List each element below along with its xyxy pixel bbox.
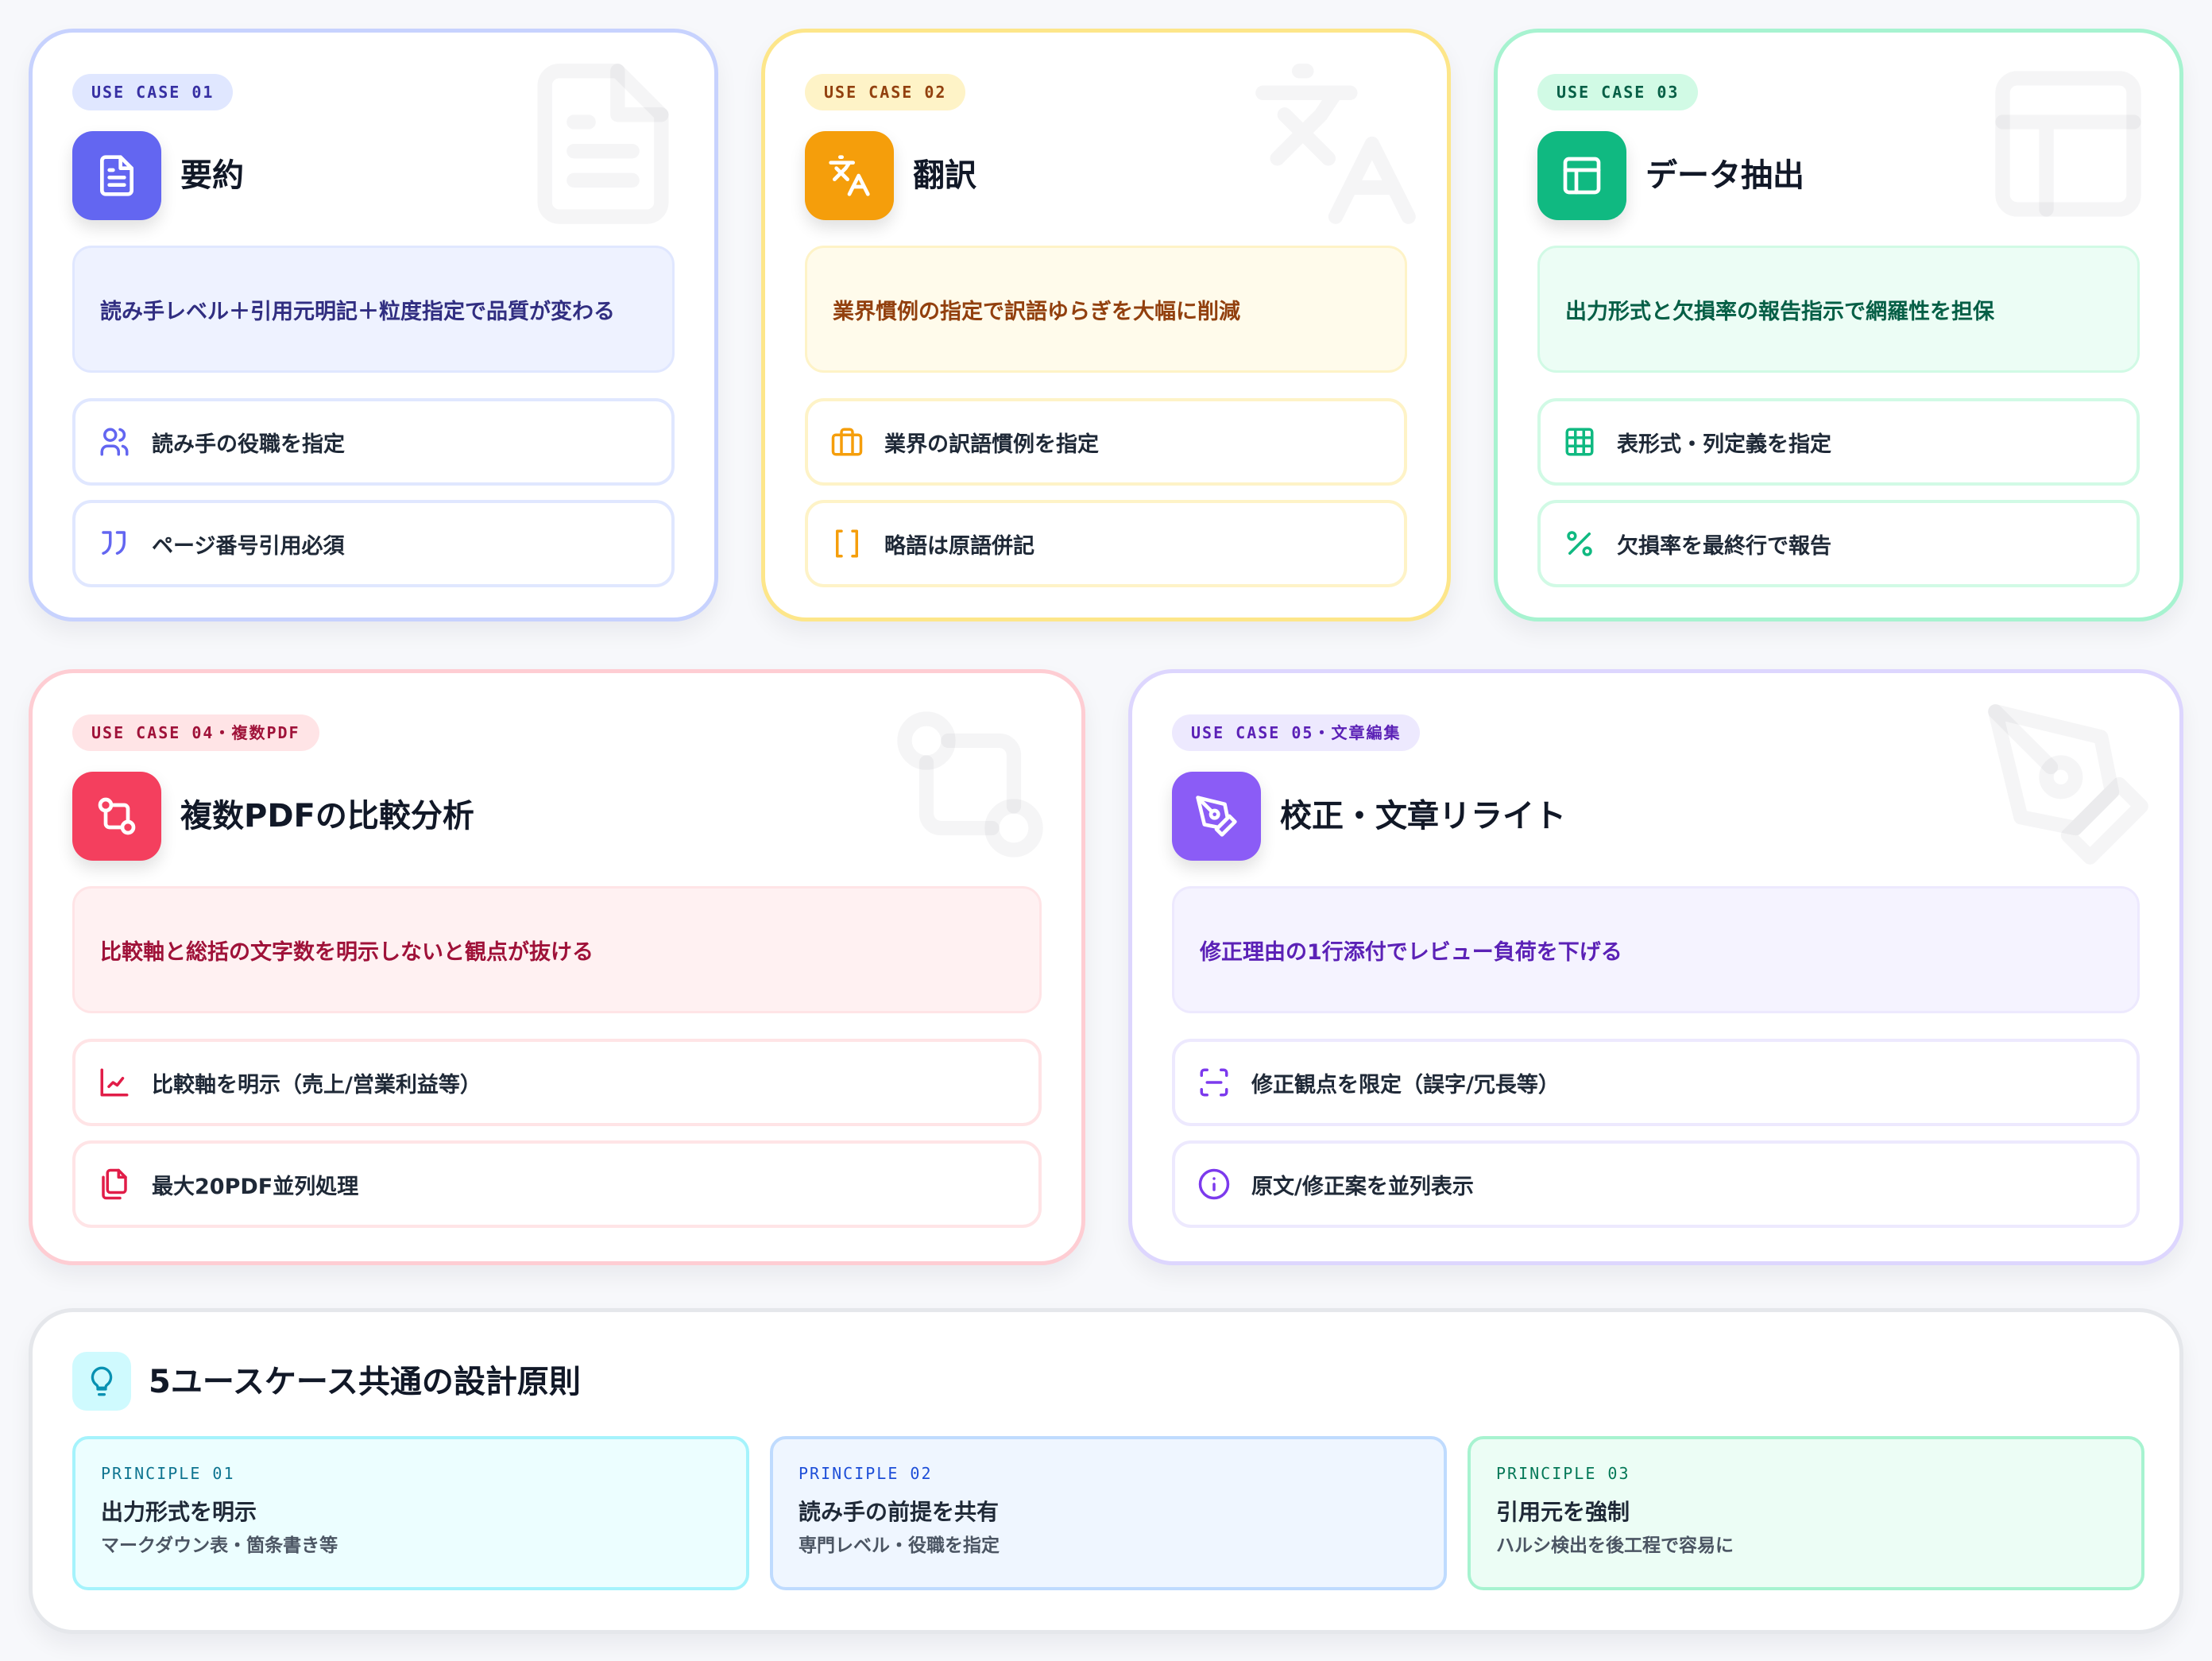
chart-icon (98, 1066, 131, 1099)
use-case-item-label: 原文/修正案を並列表示 (1251, 1174, 1474, 1199)
principles-title: 5ユースケース共通の設計原則 (149, 1364, 581, 1400)
pen-watermark-icon (1981, 697, 2156, 872)
document-watermark-icon (516, 56, 690, 231)
users-icon (98, 425, 131, 459)
use-case-badge: USE CASE 01 (72, 74, 234, 110)
table-icon (1563, 425, 1596, 459)
files-icon (98, 1167, 131, 1201)
principle-label: PRINCIPLE 01 (101, 1464, 235, 1483)
use-case-title: データ抽出 (1645, 157, 1804, 194)
use-case-item-label: 略語は原語併記 (884, 533, 1034, 559)
use-case-item-label: 読み手の役職を指定 (152, 432, 345, 457)
use-case-item-label: 比較軸を明示（売上/営業利益等） (152, 1072, 481, 1098)
use-case-note: 比較軸と総括の文字数を明示しないと観点が抜ける (72, 886, 1042, 1013)
use-case-note: 出力形式と欠損率の報告指示で網羅性を担保 (1537, 246, 2140, 373)
compare-watermark-icon (883, 697, 1058, 872)
lightbulb-icon (72, 1352, 131, 1411)
principle-card: PRINCIPLE 03 引用元を強制 ハルシ検出を後工程で容易に (1468, 1436, 2144, 1590)
use-case-card-summary: USE CASE 01 要約 読み手レベル＋引用元明記＋粒度指定で品質が変わる … (29, 29, 718, 621)
use-case-item: 原文/修正案を並列表示 (1172, 1140, 2140, 1228)
use-case-item-label: 修正観点を限定（誤字/冗長等） (1251, 1072, 1560, 1098)
use-case-badge: USE CASE 03 (1537, 74, 1699, 110)
principle-desc: 専門レベル・役職を指定 (799, 1535, 1000, 1556)
percent-icon (1563, 527, 1596, 560)
use-case-badge: USE CASE 04・複数PDF (72, 714, 319, 751)
layout-watermark-icon (1981, 56, 2156, 231)
use-case-item: 業界の訳語慣例を指定 (805, 398, 1407, 486)
design-principles-panel: 5ユースケース共通の設計原則 PRINCIPLE 01 出力形式を明示 マークダ… (29, 1308, 2183, 1634)
use-case-item: 欠損率を最終行で報告 (1537, 500, 2140, 587)
use-case-item: 最大20PDF並列処理 (72, 1140, 1042, 1228)
use-case-badge: USE CASE 05・文章編集 (1172, 714, 1421, 751)
use-case-title: 校正・文章リライト (1280, 798, 1566, 834)
principle-title: 引用元を強制 (1496, 1499, 1630, 1525)
principle-card: PRINCIPLE 02 読み手の前提を共有 専門レベル・役職を指定 (770, 1436, 1447, 1590)
use-case-item-label: 欠損率を最終行で報告 (1617, 533, 1831, 559)
briefcase-icon (830, 425, 864, 459)
document-icon (72, 131, 161, 220)
use-case-item: 表形式・列定義を指定 (1537, 398, 2140, 486)
principle-title: 出力形式を明示 (101, 1499, 257, 1525)
principle-desc: ハルシ検出を後工程で容易に (1496, 1535, 1734, 1556)
translate-icon (805, 131, 894, 220)
use-case-item: 読み手の役職を指定 (72, 398, 675, 486)
scan-icon (1197, 1066, 1231, 1099)
use-case-item-label: 最大20PDF並列処理 (152, 1174, 359, 1199)
principle-card: PRINCIPLE 01 出力形式を明示 マークダウン表・箇条書き等 (72, 1436, 749, 1590)
info-icon (1197, 1167, 1231, 1201)
pen-icon (1172, 772, 1261, 861)
principle-label: PRINCIPLE 02 (799, 1464, 933, 1483)
use-case-note: 業界慣例の指定で訳語ゆらぎを大幅に削減 (805, 246, 1407, 373)
use-case-item-label: 業界の訳語慣例を指定 (884, 432, 1099, 457)
translate-watermark-icon (1248, 56, 1423, 231)
use-case-note: 読み手レベル＋引用元明記＋粒度指定で品質が変わる (72, 246, 675, 373)
use-case-item-label: ページ番号引用必須 (152, 533, 345, 559)
principle-label: PRINCIPLE 03 (1496, 1464, 1630, 1483)
principle-title: 読み手の前提を共有 (799, 1499, 1000, 1525)
use-case-item: 略語は原語併記 (805, 500, 1407, 587)
use-case-item: 修正観点を限定（誤字/冗長等） (1172, 1039, 2140, 1126)
use-case-note: 修正理由の1行添付でレビュー負荷を下げる (1172, 886, 2140, 1013)
use-case-title: 要約 (180, 157, 244, 194)
use-case-card-translation: USE CASE 02 翻訳 業界慣例の指定で訳語ゆらぎを大幅に削減 業界の訳語… (761, 29, 1451, 621)
use-case-item: ページ番号引用必須 (72, 500, 675, 587)
brackets-icon (830, 527, 864, 560)
use-case-badge: USE CASE 02 (805, 74, 966, 110)
use-case-item: 比較軸を明示（売上/営業利益等） (72, 1039, 1042, 1126)
quote-icon (98, 527, 131, 560)
use-case-item-label: 表形式・列定義を指定 (1617, 432, 1831, 457)
compare-icon (72, 772, 161, 861)
use-case-title: 翻訳 (913, 157, 976, 194)
use-case-title: 複数PDFの比較分析 (180, 798, 474, 834)
use-case-card-proofreading: USE CASE 05・文章編集 校正・文章リライト 修正理由の1行添付でレビュ… (1128, 669, 2183, 1265)
principle-desc: マークダウン表・箇条書き等 (101, 1535, 338, 1556)
use-case-card-pdf-comparison: USE CASE 04・複数PDF 複数PDFの比較分析 比較軸と総括の文字数を… (29, 669, 1085, 1265)
layout-icon (1537, 131, 1626, 220)
use-case-card-data-extraction: USE CASE 03 データ抽出 出力形式と欠損率の報告指示で網羅性を担保 表… (1494, 29, 2183, 621)
